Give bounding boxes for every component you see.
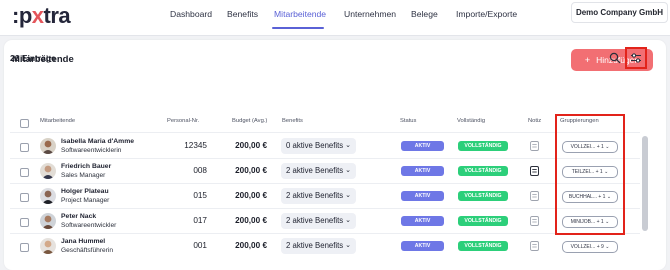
employee-role: Softwareentwickler: [61, 222, 117, 229]
note-icon[interactable]: [530, 191, 539, 201]
status-badge: AKTIV: [401, 241, 444, 251]
chevron-down-icon: ⌄: [345, 167, 351, 174]
personnel-number: 015: [193, 191, 207, 200]
chevron-down-icon: ⌄: [345, 192, 351, 199]
budget-value: 200,00 €: [235, 241, 267, 250]
row-checkbox[interactable]: [20, 218, 29, 227]
benefits-dropdown-label: 2 aktive Benefits: [286, 216, 344, 225]
employee-name[interactable]: Holger Plateau: [61, 188, 109, 195]
filter-settings-button[interactable]: [625, 47, 647, 69]
table-scrollbar[interactable]: [642, 136, 648, 231]
benefits-dropdown-label: 2 aktive Benefits: [286, 241, 344, 250]
complete-badge: VOLLSTÄNDIG: [458, 141, 508, 151]
row-divider: [10, 158, 640, 159]
employee-role: Geschäftsführerin: [61, 247, 114, 254]
plus-icon: +: [584, 55, 591, 65]
personnel-number: 12345: [184, 141, 207, 150]
logo-x: x: [31, 3, 44, 28]
benefits-dropdown-label: 2 aktive Benefits: [286, 191, 344, 200]
avatar: [40, 238, 56, 254]
note-icon[interactable]: [530, 216, 539, 226]
benefits-dropdown[interactable]: 2 aktive Benefits ⌄: [281, 188, 356, 204]
budget-value: 200,00 €: [235, 216, 267, 225]
avatar: [40, 163, 56, 179]
complete-badge: VOLLSTÄNDIG: [458, 241, 508, 251]
row-divider: [10, 233, 640, 234]
header-notiz[interactable]: Notiz: [528, 118, 541, 124]
select-all-checkbox[interactable]: [20, 119, 29, 128]
complete-badge: VOLLSTÄNDIG: [458, 191, 508, 201]
avatar: [40, 213, 56, 229]
search-icon[interactable]: [609, 52, 621, 64]
benefits-dropdown[interactable]: 2 aktive Benefits ⌄: [281, 163, 356, 179]
employee-name[interactable]: Peter Nack: [61, 213, 96, 220]
entry-count: 26 Einträge: [10, 53, 56, 63]
filter-settings-icon: [631, 53, 641, 63]
row-divider: [10, 183, 640, 184]
grouping-column-highlight: [555, 114, 625, 235]
logo[interactable]: :pxtra: [12, 3, 71, 29]
chevron-down-icon: ⌄: [345, 242, 351, 249]
nav-belege[interactable]: Belege: [411, 9, 438, 19]
status-badge: AKTIV: [401, 166, 444, 176]
benefits-dropdown-label: 2 aktive Benefits: [286, 166, 344, 175]
chevron-down-icon: ⌄: [345, 142, 351, 149]
header-budget[interactable]: Budget (Avg.): [232, 118, 267, 124]
header-divider: [10, 132, 640, 133]
logo-post: tra: [43, 3, 71, 28]
row-divider: [10, 208, 640, 209]
nav-dashboard[interactable]: Dashboard: [170, 9, 212, 19]
employee-name[interactable]: Friedrich Bauer: [61, 163, 111, 170]
budget-value: 200,00 €: [235, 191, 267, 200]
personnel-number: 001: [193, 241, 207, 250]
header-benefits[interactable]: Benefits: [282, 118, 303, 124]
avatar: [40, 188, 56, 204]
row-checkbox[interactable]: [20, 168, 29, 177]
complete-badge: VOLLSTÄNDIG: [458, 166, 508, 176]
employee-name[interactable]: Isabella Maria d'Amme: [61, 138, 134, 145]
benefits-dropdown[interactable]: 2 aktive Benefits ⌄: [281, 238, 356, 254]
note-icon[interactable]: [530, 166, 539, 176]
note-icon[interactable]: [530, 241, 539, 251]
chevron-down-icon: ⌄: [605, 244, 610, 250]
employee-role: Softwareentwicklerin: [61, 147, 122, 154]
nav-unternehmen[interactable]: Unternehmen: [344, 9, 396, 19]
chevron-down-icon: ⌄: [345, 217, 351, 224]
company-selector[interactable]: Demo Company GmbH: [571, 2, 668, 23]
status-badge: AKTIV: [401, 216, 444, 226]
personnel-number: 008: [193, 166, 207, 175]
employee-role: Project Manager: [61, 197, 110, 204]
grouping-dropdown[interactable]: VOLLZEI... + 9 ⌄: [562, 241, 618, 253]
logo-pre: :p: [12, 3, 32, 28]
row-checkbox[interactable]: [20, 143, 29, 152]
employee-name[interactable]: Jana Hummel: [61, 238, 105, 245]
row-checkbox[interactable]: [20, 193, 29, 202]
complete-badge: VOLLSTÄNDIG: [458, 216, 508, 226]
header-personal-nr[interactable]: Personal-Nr.: [167, 118, 199, 124]
budget-value: 200,00 €: [235, 166, 267, 175]
nav-benefits[interactable]: Benefits: [227, 9, 258, 19]
note-icon[interactable]: [530, 141, 539, 151]
personnel-number: 017: [193, 216, 207, 225]
employee-role: Sales Manager: [61, 172, 106, 179]
active-nav-indicator: [272, 27, 324, 29]
status-badge: AKTIV: [401, 191, 444, 201]
benefits-dropdown[interactable]: 2 aktive Benefits ⌄: [281, 213, 356, 229]
status-badge: AKTIV: [401, 141, 444, 151]
header-status[interactable]: Status: [400, 118, 416, 124]
benefits-dropdown-label: 0 aktive Benefits: [286, 141, 344, 150]
nav-mitarbeitende[interactable]: Mitarbeitende: [274, 9, 326, 19]
benefits-dropdown[interactable]: 0 aktive Benefits ⌄: [281, 138, 356, 154]
header-mitarbeitende[interactable]: Mitarbeitende: [40, 118, 75, 124]
budget-value: 200,00 €: [235, 141, 267, 150]
nav-importe-exporte[interactable]: Importe/Exporte: [456, 9, 517, 19]
grouping-label: VOLLZEI... + 9: [570, 244, 604, 250]
row-checkbox[interactable]: [20, 243, 29, 252]
header-vollstaendig[interactable]: Vollständig: [457, 118, 485, 124]
avatar: [40, 138, 56, 154]
top-navigation: :pxtra Dashboard Benefits Mitarbeitende …: [0, 0, 670, 36]
